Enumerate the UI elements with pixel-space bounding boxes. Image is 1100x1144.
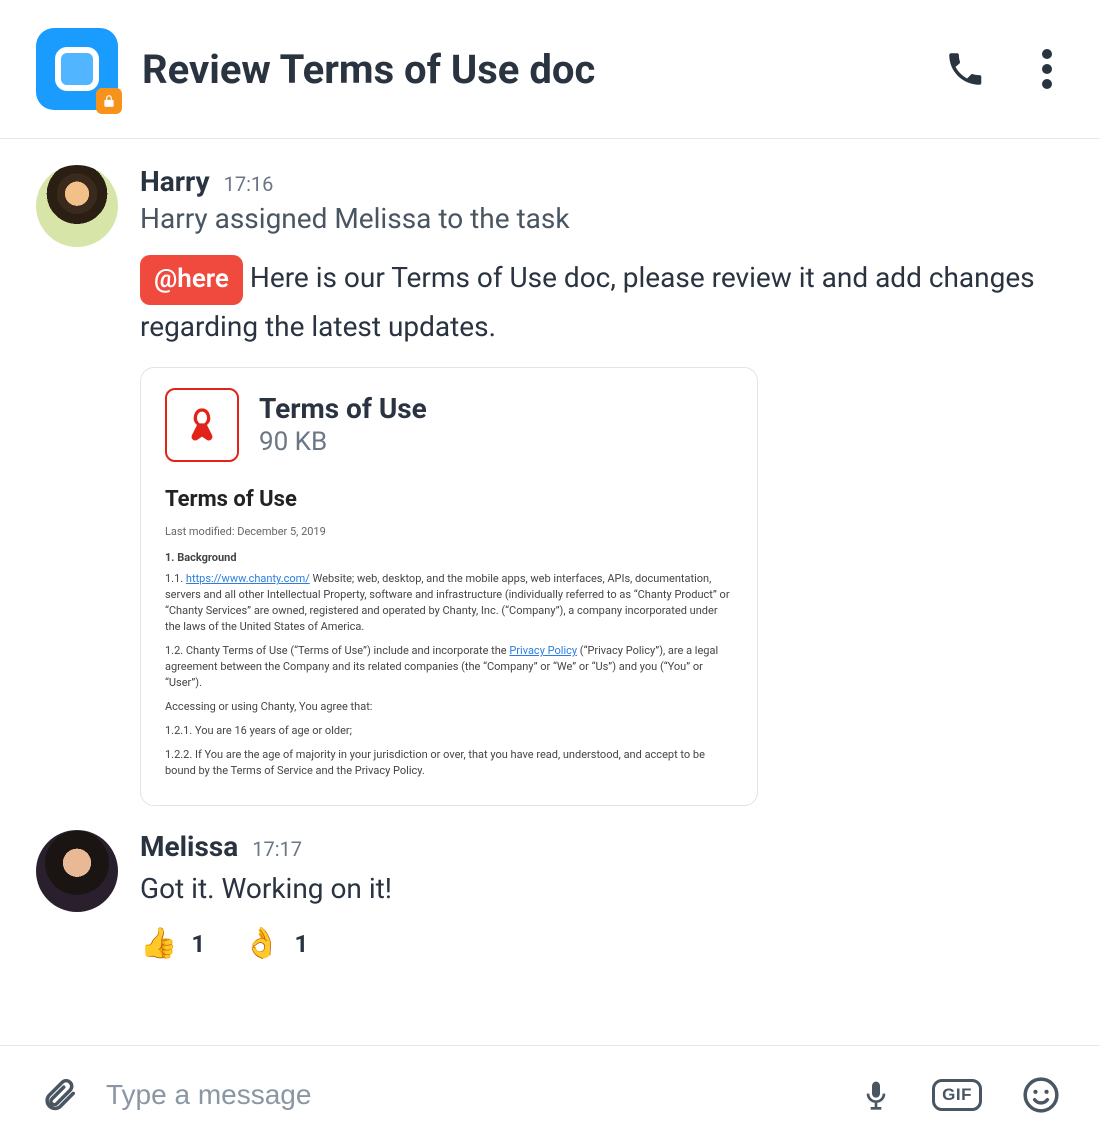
preview-text: 1.2. Chanty Terms of Use (“Terms of Use”… — [165, 644, 509, 657]
more-button[interactable] — [1042, 48, 1052, 90]
channel-icon-inner — [55, 47, 99, 91]
gif-icon: GIF — [932, 1079, 982, 1111]
message-author[interactable]: Melissa — [140, 830, 238, 863]
message-time: 17:16 — [224, 172, 274, 196]
microphone-icon — [860, 1076, 892, 1114]
messages-list[interactable]: Harry 17:16 Harry assigned Melissa to th… — [0, 139, 1100, 1045]
composer-actions: GIF — [860, 1076, 1060, 1114]
ok-hand-icon: 👌 — [243, 926, 280, 961]
phone-icon — [944, 48, 986, 90]
attachment-preview: Terms of Use Last modified: December 5, … — [165, 484, 733, 779]
reaction-count: 1 — [191, 930, 205, 958]
message-body: Harry 17:16 Harry assigned Melissa to th… — [140, 165, 1064, 806]
smiley-icon — [1022, 1076, 1060, 1114]
message-text-content: Here is our Terms of Use doc, please rev… — [140, 261, 1035, 343]
preview-paragraph: Accessing or using Chanty, You agree tha… — [165, 699, 733, 715]
avatar[interactable] — [36, 830, 118, 912]
message-header: Harry 17:16 — [140, 165, 1064, 198]
attach-button[interactable] — [40, 1076, 78, 1114]
channel-title: Review Terms of Use doc — [142, 46, 920, 93]
chat-header: Review Terms of Use doc — [0, 0, 1100, 139]
message-text: Got it. Working on it! — [140, 867, 1064, 910]
emoji-button[interactable] — [1022, 1076, 1060, 1114]
file-info: Terms of Use 90 KB — [259, 392, 427, 457]
preview-title: Terms of Use — [165, 484, 733, 516]
preview-paragraph: 1.1. https://www.chanty.com/ Website; we… — [165, 571, 733, 635]
message-input[interactable] — [106, 1079, 832, 1111]
message-text: @here Here is our Terms of Use doc, plea… — [140, 255, 1064, 349]
call-button[interactable] — [944, 48, 986, 90]
avatar[interactable] — [36, 165, 118, 247]
message: Melissa 17:17 Got it. Working on it! 👍 1… — [36, 830, 1064, 961]
preview-meta: Last modified: December 5, 2019 — [165, 524, 733, 540]
preview-text: 1.1. — [165, 572, 186, 585]
header-actions — [944, 48, 1064, 90]
reaction[interactable]: 👌 1 — [243, 926, 308, 961]
message-author[interactable]: Harry — [140, 165, 210, 198]
reactions-row: 👍 1 👌 1 — [140, 926, 1064, 961]
gif-button[interactable]: GIF — [932, 1079, 982, 1111]
chat-window: Review Terms of Use doc Harry 17:16 Harr… — [0, 0, 1100, 1144]
system-message: Harry assigned Melissa to the task — [140, 202, 1064, 235]
reaction[interactable]: 👍 1 — [140, 926, 205, 961]
lock-icon — [96, 88, 122, 114]
preview-paragraph: 1.2.2. If You are the age of majority in… — [165, 747, 733, 779]
preview-paragraph: 1.2. Chanty Terms of Use (“Terms of Use”… — [165, 643, 733, 691]
message-composer: GIF — [0, 1045, 1100, 1144]
file-name: Terms of Use — [259, 392, 427, 425]
attachment-card[interactable]: Terms of Use 90 KB Terms of Use Last mod… — [140, 367, 758, 806]
message-body: Melissa 17:17 Got it. Working on it! 👍 1… — [140, 830, 1064, 961]
preview-paragraph: 1.2.1. You are 16 years of age or older; — [165, 723, 733, 739]
channel-icon[interactable] — [36, 28, 118, 110]
voice-button[interactable] — [860, 1076, 892, 1114]
preview-link[interactable]: https://www.chanty.com/ — [186, 572, 310, 585]
reaction-count: 1 — [295, 930, 309, 958]
more-vertical-icon — [1042, 48, 1052, 90]
message-header: Melissa 17:17 — [140, 830, 1064, 863]
file-size: 90 KB — [259, 427, 427, 457]
message-time: 17:17 — [252, 837, 302, 861]
thumbs-up-icon: 👍 — [140, 926, 177, 961]
preview-heading: 1. Background — [165, 550, 733, 566]
preview-link[interactable]: Privacy Policy — [509, 644, 577, 657]
mention-here-badge[interactable]: @here — [140, 255, 243, 305]
attachment-header: Terms of Use 90 KB — [165, 388, 733, 462]
paperclip-icon — [40, 1076, 78, 1114]
message: Harry 17:16 Harry assigned Melissa to th… — [36, 165, 1064, 806]
pdf-icon — [165, 388, 239, 462]
